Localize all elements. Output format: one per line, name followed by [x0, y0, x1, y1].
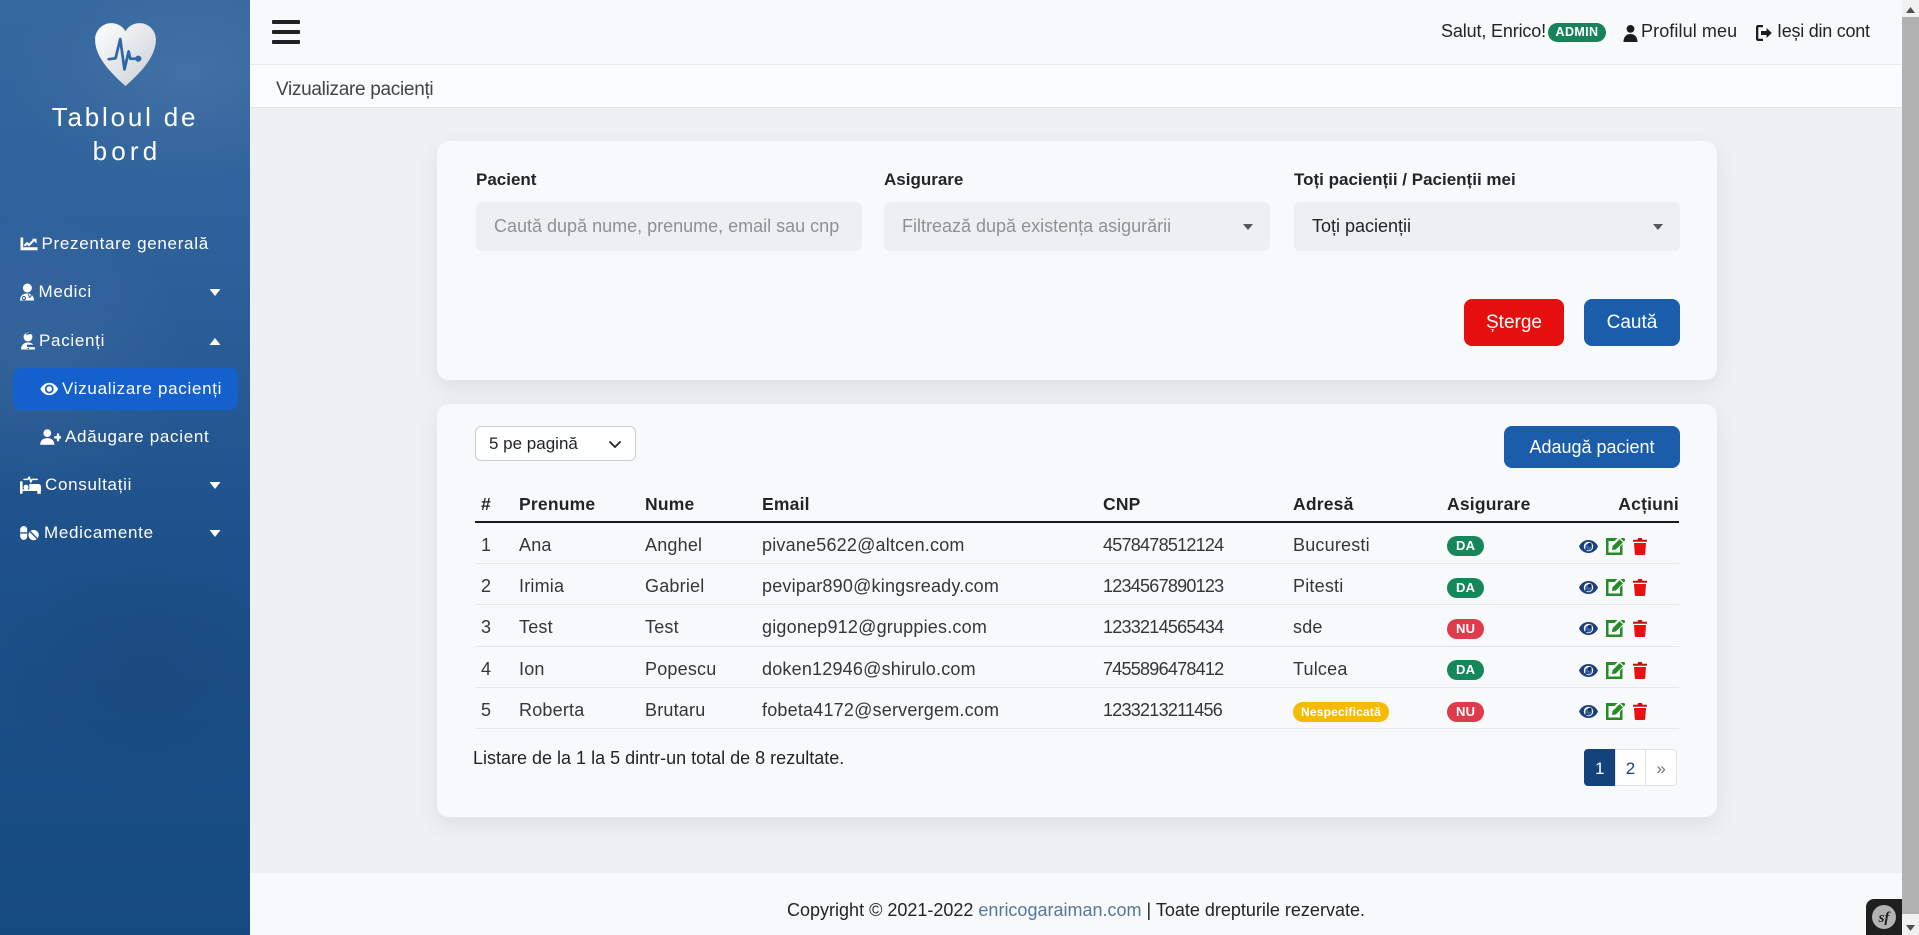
svg-text:sf: sf: [1878, 910, 1892, 926]
